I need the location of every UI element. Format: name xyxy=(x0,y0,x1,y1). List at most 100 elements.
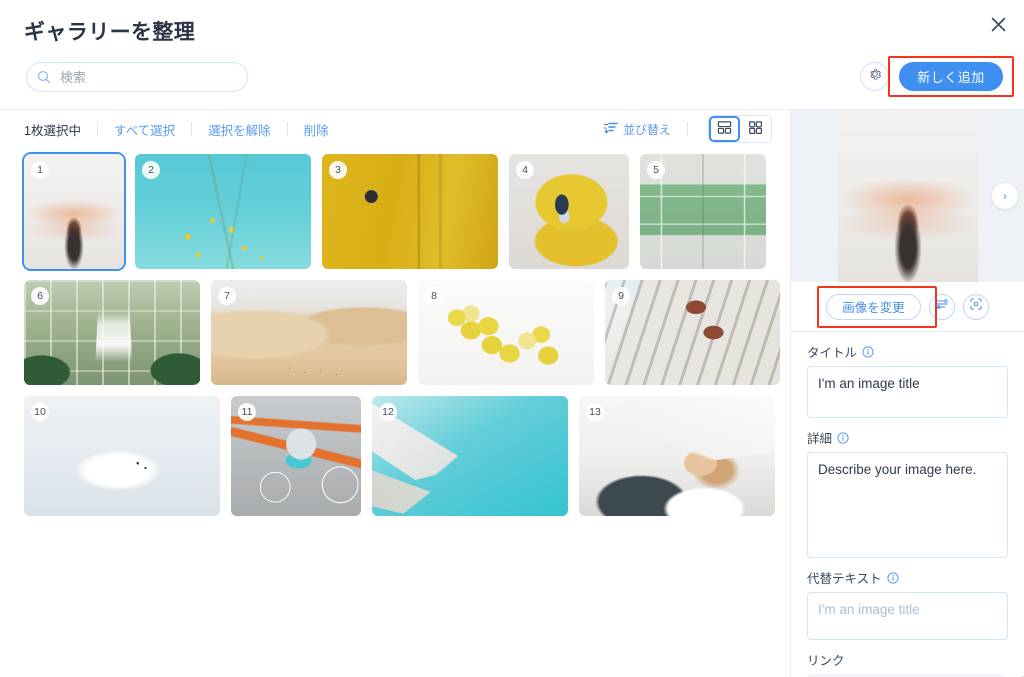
thumbnail-number: 5 xyxy=(647,161,665,179)
sliders-icon xyxy=(935,297,949,316)
info-icon[interactable] xyxy=(837,431,849,444)
gear-icon xyxy=(868,67,882,86)
title-label-row: タイトル xyxy=(807,342,1008,361)
masonry-grid-glyph xyxy=(717,121,732,134)
next-image-button[interactable]: › xyxy=(992,183,1018,209)
link-label: リンク xyxy=(807,654,845,668)
thumbnail-2[interactable]: 2 xyxy=(135,154,311,269)
thumbnail-number: 8 xyxy=(425,287,443,305)
thumbnail-5[interactable]: 5 xyxy=(640,154,766,269)
alt-text-input[interactable] xyxy=(807,592,1008,640)
focal-point-icon xyxy=(969,297,983,316)
thumbnail-3[interactable]: 3 xyxy=(322,154,498,269)
info-icon[interactable] xyxy=(887,571,899,584)
settings-button[interactable] xyxy=(860,62,889,91)
adjust-image-button[interactable] xyxy=(928,293,955,320)
thumbnail-6[interactable]: 6 xyxy=(24,280,200,385)
view-toggle-group xyxy=(708,115,772,143)
thumbnail-number: 7 xyxy=(218,287,236,305)
close-glyph xyxy=(991,17,1005,31)
search-glyph xyxy=(37,70,51,84)
thumbnail-1[interactable]: 1 xyxy=(22,152,126,271)
uniform-grid-icon xyxy=(748,120,763,138)
thumbnail-row: 1 2 3 4 5 xyxy=(22,152,766,271)
dialog-body: 1枚選択中 すべて選択 選択を解除 削除 並び替え 1 2 3 4 5 6 7 … xyxy=(0,110,1024,677)
thumbnail-number: 11 xyxy=(238,403,256,421)
description-label: 詳細 xyxy=(807,432,833,446)
uniform-grid-glyph xyxy=(749,121,763,135)
info-glyph xyxy=(887,571,899,584)
description-label-row: 詳細 xyxy=(807,428,1008,447)
change-image-button[interactable]: 画像を変更 xyxy=(826,293,921,320)
thumbnail-row: 6 7 8 9 xyxy=(24,280,780,385)
sort-button[interactable]: 並び替え xyxy=(603,121,671,138)
delete-button[interactable]: 削除 xyxy=(304,120,329,139)
add-new-button[interactable]: 新しく追加 xyxy=(899,62,1003,91)
focal-point-glyph xyxy=(970,298,982,310)
thumbnail-11[interactable]: 11 xyxy=(231,396,361,516)
toolbar-right-group: 並び替え xyxy=(603,115,772,143)
thumbnail-number: 10 xyxy=(31,403,49,421)
info-glyph xyxy=(862,345,874,358)
sort-label: 並び替え xyxy=(622,122,671,137)
description-input[interactable] xyxy=(807,452,1008,558)
details-form: タイトル 詳細 xyxy=(791,332,1024,677)
image-details-panel: › 画像を変更 タイトル I'm an image title 詳細 Descr… xyxy=(790,110,1024,677)
search-icon xyxy=(37,70,51,84)
thumbnail-grid: 1 2 3 4 5 6 7 8 9 10 11 12 13 xyxy=(0,148,790,677)
organize-gallery-dialog: ギャラリーを整理 新しく追加 xyxy=(0,0,1024,677)
image-preview: › xyxy=(791,110,1024,282)
thumbnail-12[interactable]: 12 xyxy=(372,396,568,516)
masonry-grid-icon xyxy=(717,120,732,138)
title-label: タイトル xyxy=(807,346,858,360)
divider xyxy=(687,122,688,136)
sliders-glyph xyxy=(935,299,948,309)
dialog-header: ギャラリーを整理 新しく追加 xyxy=(0,0,1024,110)
description-field: 詳細 xyxy=(807,428,1008,558)
search-input[interactable] xyxy=(58,68,237,86)
title-field: タイトル xyxy=(807,342,1008,418)
thumbnail-row: 10 11 12 13 xyxy=(24,396,775,516)
link-field: リンク xyxy=(807,650,1024,677)
sort-icon xyxy=(603,122,618,137)
thumbnail-number: 3 xyxy=(329,161,347,179)
close-icon[interactable] xyxy=(984,10,1012,38)
image-action-bar: 画像を変更 xyxy=(791,282,1024,332)
thumbnail-13[interactable]: 13 xyxy=(579,396,775,516)
selection-status: 1枚選択中 xyxy=(24,123,81,138)
add-new-highlight-box: 新しく追加 xyxy=(888,56,1014,97)
thumbnail-number: 13 xyxy=(586,403,604,421)
thumbnail-10[interactable]: 10 xyxy=(24,396,220,516)
selection-toolbar: 1枚選択中 すべて選択 選択を解除 削除 並び替え xyxy=(0,110,790,148)
uniform-view-button[interactable] xyxy=(740,116,771,142)
deselect-button[interactable]: 選択を解除 xyxy=(208,120,271,139)
divider xyxy=(191,122,193,136)
gallery-section: 1枚選択中 すべて選択 選択を解除 削除 並び替え 1 2 3 4 5 6 7 … xyxy=(0,110,790,677)
thumbnail-9[interactable]: 9 xyxy=(605,280,780,385)
divider xyxy=(96,122,98,136)
preview-image xyxy=(838,110,978,282)
thumbnail-number: 2 xyxy=(142,161,160,179)
search-box[interactable] xyxy=(26,62,248,92)
title-input[interactable] xyxy=(807,366,1008,418)
alt-text-label-row: 代替テキスト xyxy=(807,568,1008,587)
divider xyxy=(286,122,288,136)
masonry-view-button[interactable] xyxy=(709,116,740,142)
info-icon[interactable] xyxy=(862,345,874,358)
alt-text-field: 代替テキスト xyxy=(807,568,1008,640)
info-glyph xyxy=(837,431,849,444)
thumbnail-number: 12 xyxy=(379,403,397,421)
gear-glyph xyxy=(869,69,881,80)
page-title: ギャラリーを整理 xyxy=(24,21,196,44)
sort-glyph xyxy=(603,122,618,133)
thumbnail-4[interactable]: 4 xyxy=(509,154,629,269)
thumbnail-7[interactable]: 7 xyxy=(211,280,407,385)
thumbnail-number: 1 xyxy=(31,161,49,179)
link-label-row: リンク xyxy=(807,650,1008,669)
alt-text-label: 代替テキスト xyxy=(807,572,882,586)
thumbnail-number: 4 xyxy=(516,161,534,179)
chevron-right-icon: › xyxy=(1003,189,1007,203)
select-all-button[interactable]: すべて選択 xyxy=(114,120,175,139)
focal-point-button[interactable] xyxy=(962,293,989,320)
thumbnail-8[interactable]: 8 xyxy=(418,280,594,385)
